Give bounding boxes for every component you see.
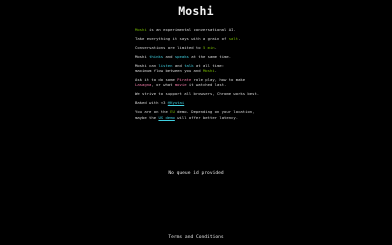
- intro-text-segment: Moshi: [135, 54, 150, 59]
- us-demo-link[interactable]: US demo: [158, 115, 174, 120]
- intro-text-segment: .: [214, 68, 217, 74]
- intro-text-segment: Take everything it says with a grain of: [135, 36, 229, 41]
- intro-text-segment: maybe the: [135, 114, 159, 120]
- intro-line-region: You are on the EU demo. Depending on you…: [135, 109, 285, 119]
- intro-line-moshi-description: Moshi is an experimental conversational …: [135, 27, 285, 32]
- intro-text-segment: .: [238, 36, 241, 41]
- page-title: Moshi: [178, 4, 214, 18]
- intro-text-segment: is an experimental conversational AI.: [146, 27, 236, 32]
- speaks-highlight: speaks: [174, 54, 189, 59]
- intro-line-listen-talk: Moshi can listen and talk at all time: m…: [135, 63, 285, 73]
- terms-and-conditions-link[interactable]: Terms and Conditions: [0, 235, 392, 240]
- time-limit-highlight: 5 min: [202, 45, 215, 50]
- intro-text-segment: Baked with <3: [135, 100, 168, 106]
- intro-text-segment: maximum flow between you and: [135, 68, 203, 74]
- intro-text-segment: at the same time.: [188, 54, 232, 59]
- salt-highlight: salt: [228, 36, 239, 41]
- intro-line-time-limit: Conversations are limited to 5 min.: [135, 45, 285, 50]
- lasagna-highlight: Lasagna: [135, 82, 152, 88]
- movie-highlight: movie: [174, 82, 187, 88]
- intro-text-segment: We strive to support all browsers, Chrom…: [135, 91, 260, 97]
- intro-line-browsers: We strive to support all browsers, Chrom…: [135, 91, 285, 96]
- kyutai-link[interactable]: @Kyutai: [168, 100, 184, 105]
- intro-line-credits: Baked with <3 @Kyutai: [135, 100, 285, 105]
- intro-text-segment: , or what: [151, 82, 175, 88]
- thinks-highlight: thinks: [149, 54, 164, 59]
- intro-line-thinks-speaks: Moshi thinks and speaks at the same time…: [135, 54, 285, 59]
- moshi-name-highlight: Moshi: [202, 68, 215, 74]
- intro-text-segment: and: [163, 54, 175, 59]
- intro-text: Moshi is an experimental conversational …: [135, 27, 285, 124]
- intro-line-disclaimer: Take everything it says with a grain of …: [135, 36, 285, 41]
- page: Moshi Moshi is an experimental conversat…: [0, 0, 392, 245]
- intro-line-suggestions: Ask it to do some Pirate role play, how …: [135, 77, 285, 87]
- intro-text-segment: .: [214, 45, 217, 50]
- intro-text-segment: will offer better latency.: [174, 114, 239, 120]
- queue-status-message: No queue id provided: [168, 171, 224, 176]
- intro-text-segment: it watched last.: [186, 82, 227, 88]
- intro-text-segment: Conversations are limited to: [135, 45, 203, 50]
- moshi-name-highlight: Moshi: [135, 27, 147, 32]
